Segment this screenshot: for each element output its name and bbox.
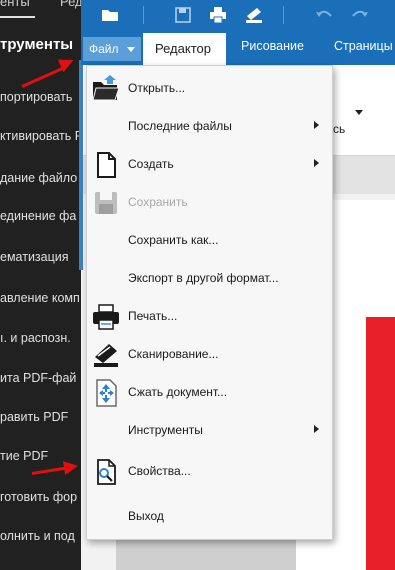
menu-item-label: Свойства... [128, 464, 191, 478]
menu-item-tools[interactable]: Инструменты [87, 411, 332, 449]
tool-item-open-pdf[interactable]: тие PDF [0, 449, 48, 463]
tool-item-prepare-form[interactable]: готовить фор [0, 490, 77, 504]
active-tab-indicator [0, 16, 35, 18]
menu-item-print[interactable]: Печать... [87, 297, 332, 335]
print-icon [93, 304, 119, 330]
tool-item-export[interactable]: портировать [0, 90, 72, 104]
scan-icon [94, 344, 118, 367]
tool-item-merge[interactable]: единение фа [0, 209, 76, 223]
panel-scroll-edge [79, 60, 83, 270]
tool-item-fill-sign[interactable]: олнить и под [0, 529, 75, 543]
menu-item-label: Открыть... [128, 81, 186, 95]
open-icon[interactable] [101, 6, 119, 24]
menu-item-label: Сканирование... [128, 347, 219, 361]
toolbar-separator [283, 6, 284, 24]
menu-item-label: Экспорт в другой формат... [128, 271, 279, 285]
menu-item-recent-files[interactable]: Последние файлы [87, 107, 332, 145]
properties-icon [97, 459, 116, 485]
tab-pages[interactable]: Страницы [334, 39, 393, 53]
save-icon[interactable] [174, 6, 192, 24]
scan-icon[interactable] [245, 6, 263, 24]
document-footer-block [116, 535, 296, 570]
file-menu-dropdown: Открыть... Последние файлы Создать Сохра… [86, 65, 333, 540]
tab-editor[interactable]: Ред [60, 0, 81, 9]
tool-item-ocr[interactable]: ı. и распозн. [0, 331, 71, 345]
redo-icon[interactable] [351, 6, 369, 24]
menu-item-open[interactable]: Открыть... [87, 69, 332, 107]
submenu-arrow-icon [314, 159, 319, 167]
menu-item-label: Сохранить [128, 195, 188, 209]
tab-drawing[interactable]: Рисование [241, 39, 304, 53]
tool-item-comments[interactable]: авление комп [0, 291, 80, 305]
menu-item-scan[interactable]: Сканирование... [87, 335, 332, 373]
menu-item-label: Создать [128, 157, 174, 171]
file-menu-button[interactable]: Файл [83, 37, 141, 61]
submenu-arrow-icon [314, 121, 319, 129]
file-menu-label: Файл [89, 42, 119, 56]
chevron-down-icon [127, 47, 135, 52]
menu-item-label: Печать... [128, 309, 178, 323]
document-red-shape [366, 317, 395, 570]
tools-panel: енты Ред трументы портировать ктивироват… [0, 0, 81, 570]
tool-item-edit-pdf[interactable]: равить PDF [0, 410, 68, 424]
menu-item-export[interactable]: Экспорт в другой формат... [87, 259, 332, 297]
menu-item-save-as[interactable]: Сохранить как... [87, 221, 332, 259]
compress-icon [96, 379, 117, 407]
print-icon[interactable] [209, 6, 227, 24]
tool-item-activate[interactable]: ктивировать P [0, 129, 81, 143]
undo-icon[interactable] [315, 6, 333, 24]
save-icon [95, 192, 117, 214]
menu-item-label: Выход [128, 509, 164, 523]
menu-item-label: Инструменты [128, 423, 203, 437]
quick-access-toolbar [81, 0, 395, 30]
ribbon-partial-label: сь [333, 122, 346, 136]
new-document-icon [97, 152, 116, 178]
panel-title: трументы [0, 36, 74, 53]
ribbon-dropdown-icon[interactable] [355, 110, 363, 115]
menu-item-create[interactable]: Создать [87, 145, 332, 183]
menu-item-properties[interactable]: Свойства... [87, 452, 332, 490]
tool-item-automation[interactable]: ематизация [0, 250, 69, 264]
tool-item-create[interactable]: дание файло [0, 171, 77, 185]
open-folder-icon [92, 75, 120, 101]
tab-tools[interactable]: енты [0, 0, 30, 9]
menu-item-exit[interactable]: Выход [87, 497, 332, 535]
menu-item-label: Последние файлы [128, 119, 232, 133]
menu-item-save: Сохранить [87, 183, 332, 221]
menu-item-label: Сохранить как... [128, 233, 219, 247]
menu-item-label: Сжать документ... [128, 385, 228, 399]
submenu-arrow-icon [314, 425, 319, 433]
menu-item-compress[interactable]: Сжать документ... [87, 373, 332, 411]
toolbar-separator [143, 6, 144, 24]
tab-editor[interactable]: Редактор [143, 33, 226, 65]
tool-item-protect[interactable]: ита PDF-фай [0, 371, 76, 385]
